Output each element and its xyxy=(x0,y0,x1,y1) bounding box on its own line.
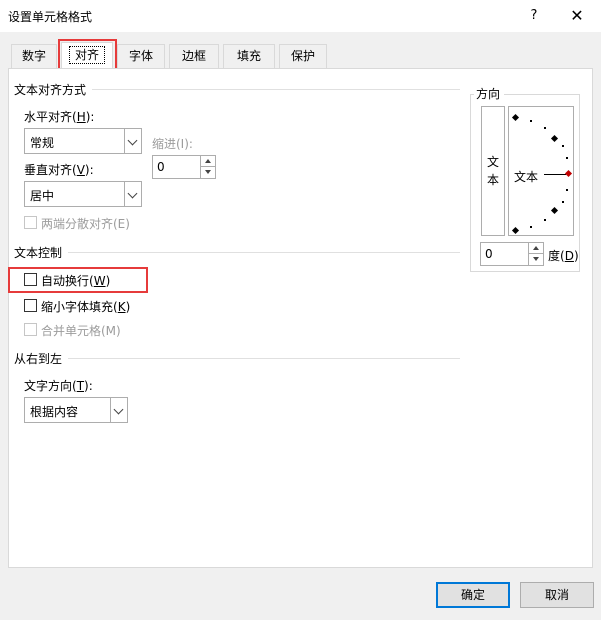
indent-stepper[interactable]: 0 xyxy=(152,155,216,179)
chevron-down-icon[interactable] xyxy=(110,398,127,422)
horizontal-align-select[interactable]: 常规 xyxy=(24,128,142,154)
orientation-pointer-line xyxy=(544,174,566,175)
shrink-to-fit-label: 缩小字体填充(K) xyxy=(41,300,131,314)
orientation-tick xyxy=(530,226,532,228)
spin-down-icon[interactable] xyxy=(201,167,215,178)
section-orientation: 方向 xyxy=(474,85,505,102)
cancel-button[interactable]: 取消 xyxy=(520,582,594,608)
vertical-text-button[interactable]: 文 本 xyxy=(481,106,505,236)
merge-cells-checkbox[interactable] xyxy=(24,323,37,336)
degree-label: 度(D) xyxy=(548,249,579,263)
orientation-tick xyxy=(566,189,568,191)
section-right-to-left: 从右到左 xyxy=(14,352,63,366)
degree-stepper[interactable]: 0 xyxy=(480,242,544,266)
tab-border[interactable]: 边框 xyxy=(169,44,219,69)
section-text-control: 文本控制 xyxy=(14,246,63,260)
vertical-align-label: 垂直对齐(V): xyxy=(24,163,94,177)
tab-fill[interactable]: 填充 xyxy=(223,44,275,69)
horizontal-align-label: 水平对齐(H): xyxy=(24,110,95,124)
tab-alignment-highlight xyxy=(58,39,117,71)
orientation-tick xyxy=(530,120,532,122)
separator xyxy=(92,89,460,90)
tab-protection[interactable]: 保护 xyxy=(279,44,327,69)
indent-value: 0 xyxy=(157,160,165,174)
ok-button[interactable]: 确定 xyxy=(436,582,510,608)
horizontal-align-value: 常规 xyxy=(30,136,55,150)
separator xyxy=(68,252,460,253)
distributed-checkbox[interactable] xyxy=(24,216,37,229)
text-direction-select[interactable]: 根据内容 xyxy=(24,397,128,423)
close-button[interactable]: ✕ xyxy=(566,6,588,26)
orientation-tick xyxy=(544,127,546,129)
orientation-tick xyxy=(562,145,564,147)
chevron-down-icon[interactable] xyxy=(124,129,141,153)
spin-up-icon[interactable] xyxy=(529,243,543,254)
shrink-to-fit-checkbox[interactable] xyxy=(24,299,37,312)
dialog-title: 设置单元格格式 xyxy=(8,10,93,24)
tab-font[interactable]: 字体 xyxy=(117,44,165,69)
orientation-tick xyxy=(544,219,546,221)
separator xyxy=(68,358,460,359)
orientation-tick xyxy=(566,157,568,159)
wrap-text-highlight xyxy=(8,267,148,293)
indent-label: 缩进(I): xyxy=(152,137,193,151)
spin-up-icon[interactable] xyxy=(201,156,215,167)
tab-number[interactable]: 数字 xyxy=(11,44,57,69)
merge-cells-label: 合并单元格(M) xyxy=(41,324,121,338)
orientation-sample-text: 文本 xyxy=(514,170,539,184)
section-text-alignment: 文本对齐方式 xyxy=(14,83,87,97)
degree-value: 0 xyxy=(485,247,493,261)
vertical-align-select[interactable]: 居中 xyxy=(24,181,142,207)
text-direction-label: 文字方向(T): xyxy=(24,379,93,393)
vertical-text-char: 文 xyxy=(486,155,499,169)
vertical-align-value: 居中 xyxy=(30,189,55,203)
text-direction-value: 根据内容 xyxy=(30,405,79,419)
degree-spin-buttons xyxy=(528,243,543,265)
distributed-label: 两端分散对齐(E) xyxy=(41,217,130,231)
spin-down-icon[interactable] xyxy=(529,254,543,265)
indent-spin-buttons xyxy=(200,156,215,178)
help-button[interactable]: ? xyxy=(524,6,544,26)
chevron-down-icon[interactable] xyxy=(124,182,141,206)
orientation-tick xyxy=(562,201,564,203)
vertical-text-char: 本 xyxy=(486,173,499,187)
